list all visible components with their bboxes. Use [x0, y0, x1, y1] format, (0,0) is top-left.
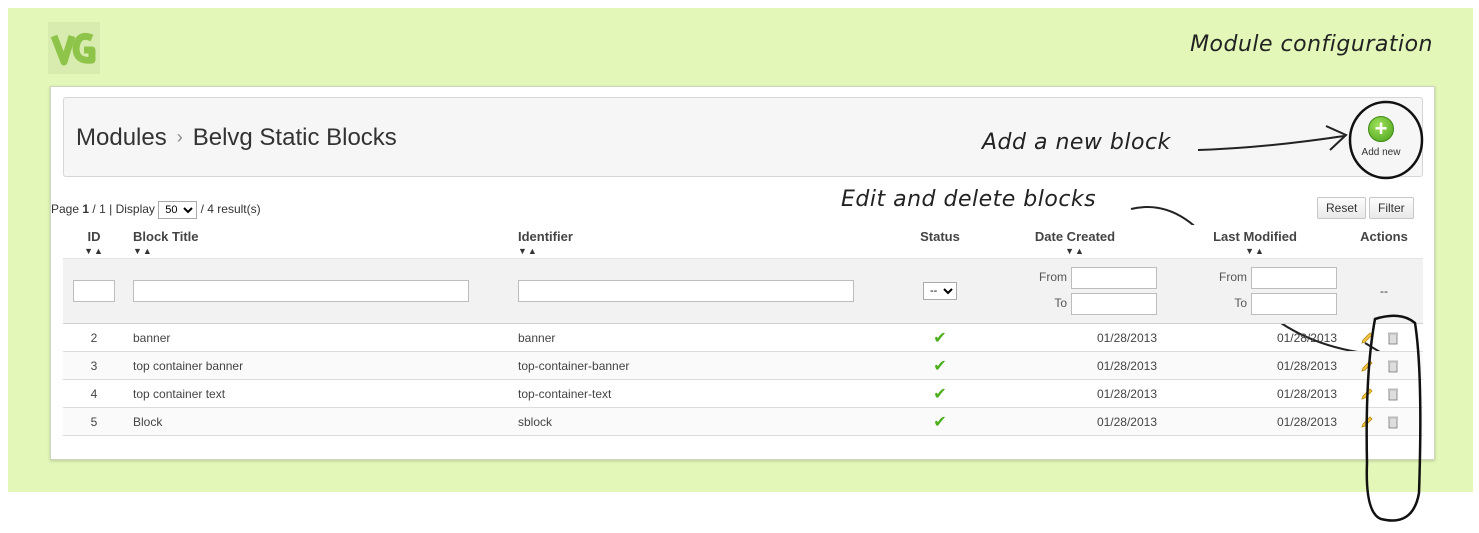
col-actions: Actions [1345, 225, 1423, 259]
col-last-modified[interactable]: Last Modified ▼▲ [1165, 225, 1345, 259]
row-modified: 01/28/2013 [1165, 323, 1345, 352]
pencil-icon[interactable] [1360, 415, 1374, 429]
check-icon: ✔ [933, 385, 947, 403]
display-label: Display [115, 202, 155, 216]
row-created: 01/28/2013 [985, 323, 1165, 352]
col-status: Status [895, 225, 985, 259]
trash-icon[interactable] [1386, 415, 1400, 429]
row-id: 5 [63, 407, 125, 436]
add-block-annotation: Add a new block [982, 130, 1171, 155]
presentation-canvas: Module configuration Modules › Belvg Stati… [8, 8, 1473, 522]
row-identifier: sblock [510, 407, 895, 436]
id-filter-input[interactable] [73, 280, 115, 302]
row-title: top container banner [125, 351, 510, 380]
filter-button[interactable]: Filter [1369, 197, 1414, 219]
admin-panel: Modules › Belvg Static Blocks Add a new bl… [50, 86, 1435, 522]
current-page: 1 [82, 202, 90, 216]
modified-from-input[interactable] [1251, 266, 1337, 289]
breadcrumb-modules[interactable]: Modules [76, 124, 167, 151]
modified-from-label: From [1219, 270, 1247, 284]
col-identifier[interactable]: Identifier ▼▲ [510, 225, 895, 259]
row-title: Block [125, 407, 510, 436]
row-id: 3 [63, 351, 125, 380]
identifier-filter-input[interactable] [518, 280, 854, 302]
annotation-arrow-icon [1197, 125, 1348, 151]
check-icon: ✔ [933, 357, 947, 375]
row-id: 2 [63, 323, 125, 352]
check-icon: ✔ [933, 413, 947, 431]
trash-icon[interactable] [1386, 331, 1400, 345]
pencil-icon[interactable] [1360, 387, 1374, 401]
total-pages: 1 [99, 202, 106, 216]
page-label: Page [51, 202, 80, 216]
row-title: banner [125, 323, 510, 352]
table-row[interactable]: 5 Block sblock ✔ 01/28/2013 01/28/2013 [63, 407, 1423, 436]
pagination-bar: Page 1 / 1 | Display 50 / 4 result(s) [51, 201, 261, 219]
col-date-created[interactable]: Date Created ▼▲ [985, 225, 1165, 259]
belvg-logo-icon [48, 22, 100, 74]
per-page-select[interactable]: 50 [158, 201, 198, 219]
pencil-icon[interactable] [1360, 359, 1374, 373]
pencil-icon[interactable] [1360, 331, 1374, 345]
table-row[interactable]: 2 banner banner ✔ 01/28/2013 01/28/2013 [63, 323, 1423, 352]
check-icon: ✔ [933, 329, 947, 347]
col-id[interactable]: ID ▼▲ [63, 225, 125, 259]
modified-to-label: To [1234, 296, 1247, 310]
trash-icon[interactable] [1386, 387, 1400, 401]
breadcrumb-current: Belvg Static Blocks [192, 124, 397, 151]
row-modified: 01/28/2013 [1165, 351, 1345, 380]
table-row[interactable]: 4 top container text top-container-text … [63, 379, 1423, 408]
row-modified: 01/28/2013 [1165, 379, 1345, 408]
row-identifier: top-container-banner [510, 351, 895, 380]
edit-delete-annotation: Edit and delete blocks [841, 187, 1097, 212]
header-row: ID ▼▲ Block Title ▼▲ Identifier ▼▲ Status D… [63, 225, 1423, 259]
status-filter-select[interactable]: -- [923, 282, 957, 300]
row-created: 01/28/2013 [985, 351, 1165, 380]
result-count: / 4 result(s) [200, 202, 261, 216]
created-from-input[interactable] [1071, 266, 1157, 289]
created-to-input[interactable] [1071, 292, 1157, 315]
breadcrumb: Modules › Belvg Static Blocks [76, 124, 397, 152]
row-identifier: banner [510, 323, 895, 352]
title-filter-input[interactable] [133, 280, 469, 302]
row-title: top container text [125, 379, 510, 408]
sort-arrows-icon: ▼▲ [1065, 246, 1085, 256]
reset-button[interactable]: Reset [1317, 197, 1367, 219]
plus-circle-icon: + [1368, 116, 1394, 142]
trash-icon[interactable] [1386, 359, 1400, 373]
created-to-label: To [1054, 296, 1067, 310]
blocks-table: ID ▼▲ Block Title ▼▲ Identifier ▼▲ Status D… [63, 225, 1423, 436]
col-block-title[interactable]: Block Title ▼▲ [125, 225, 510, 259]
modified-to-input[interactable] [1251, 292, 1337, 315]
add-new-button[interactable]: + Add new [1350, 106, 1412, 172]
sort-arrows-icon: ▼▲ [518, 246, 538, 256]
filter-row: -- From To From To -- [63, 258, 1423, 324]
add-new-label: Add new [1361, 147, 1401, 158]
sort-arrows-icon: ▼▲ [133, 246, 153, 256]
toolbar: Modules › Belvg Static Blocks Add a new bl… [63, 97, 1424, 180]
sort-arrows-icon: ▼▲ [1245, 246, 1265, 256]
actions-filter-placeholder: -- [1345, 258, 1423, 324]
row-created: 01/28/2013 [985, 407, 1165, 436]
row-modified: 01/28/2013 [1165, 407, 1345, 436]
row-created: 01/28/2013 [985, 379, 1165, 408]
breadcrumb-separator: › [176, 127, 183, 147]
row-id: 4 [63, 379, 125, 408]
table-row[interactable]: 3 top container banner top-container-ban… [63, 351, 1423, 380]
sort-arrows-icon: ▼▲ [84, 246, 104, 256]
created-from-label: From [1039, 270, 1067, 284]
row-identifier: top-container-text [510, 379, 895, 408]
module-configuration-caption: Module configuration [1190, 32, 1433, 57]
